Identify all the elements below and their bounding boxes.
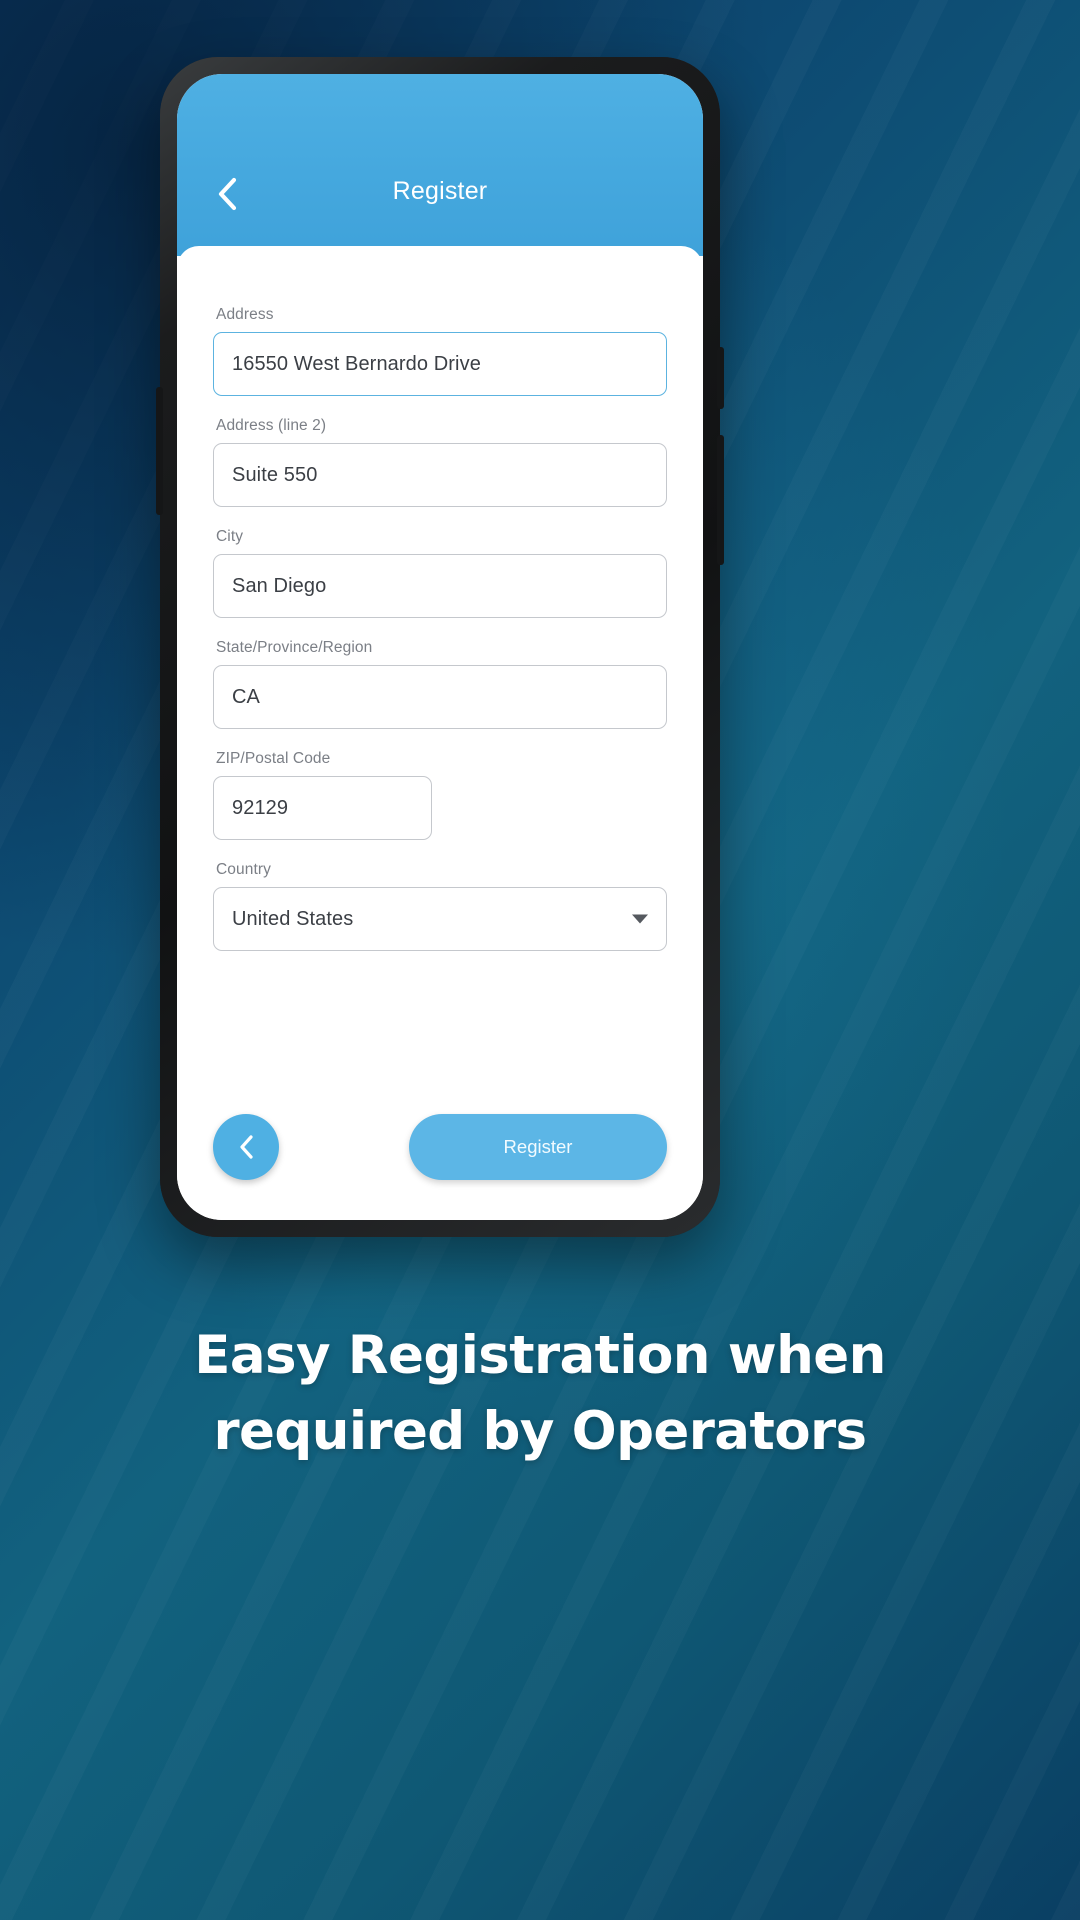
promo-caption: Easy Registration when required by Opera… [0,1318,1080,1471]
field-label-state: State/Province/Region [216,639,373,656]
phone-side-button-power [717,347,724,409]
page-title: Register [392,177,488,205]
zip-input[interactable]: 92129 [213,776,432,840]
register-submit-label: Register [503,1136,573,1157]
field-state: State/Province/Region CA [213,639,667,729]
back-fab-button[interactable] [213,1114,279,1180]
field-zip: ZIP/Postal Code 92129 [213,750,667,840]
field-country: Country United States [213,861,667,951]
promo-caption-line2: required by Operators [213,1401,867,1463]
field-city: City San Diego [213,528,667,618]
zip-input-value: 92129 [232,796,289,819]
city-input[interactable]: San Diego [213,554,667,618]
chevron-down-icon[interactable] [632,914,648,924]
country-select[interactable]: United States [213,887,667,951]
field-label-country: Country [216,861,271,878]
phone-side-button-left [156,387,163,515]
state-input[interactable]: CA [213,665,667,729]
chevron-left-icon [239,1135,253,1159]
promo-caption-line1: Easy Registration when [194,1325,886,1386]
register-submit-button[interactable]: Register [409,1114,667,1180]
field-label-address-line2: Address (line 2) [216,417,327,434]
address-input[interactable]: 16550 West Bernardo Drive [213,332,667,396]
field-label-zip: ZIP/Postal Code [216,750,331,767]
state-input-value: CA [232,685,260,708]
registration-form: Address 16550 West Bernardo Drive Addres… [177,246,703,1220]
form-actions: Register [213,1088,667,1220]
phone-side-button-volume [717,435,724,565]
app-header: Register [177,74,703,256]
field-label-city: City [216,528,244,545]
phone-screen: Register Address 16550 West Bernardo Dri… [177,74,703,1220]
field-address: Address 16550 West Bernardo Drive [213,306,667,396]
country-select-value: United States [232,907,354,930]
address-input-value: 16550 West Bernardo Drive [232,352,481,375]
field-label-address: Address [216,306,274,323]
city-input-value: San Diego [232,574,327,597]
phone-mockup: Register Address 16550 West Bernardo Dri… [156,57,724,1237]
address-line2-input-value: Suite 550 [232,463,318,486]
field-address-line2: Address (line 2) Suite 550 [213,417,667,507]
address-line2-input[interactable]: Suite 550 [213,443,667,507]
